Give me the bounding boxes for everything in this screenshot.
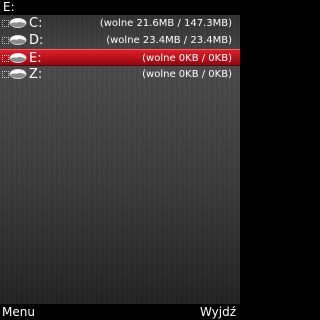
drive-row-d[interactable]: D: (wolne 23.4MB / 23.4MB) — [0, 32, 240, 49]
drive-row-e[interactable]: E: (wolne 0KB / 0KB) — [0, 49, 240, 66]
menu-softkey[interactable]: Menu — [2, 304, 35, 320]
hard-drive-icon — [9, 69, 27, 79]
tree-expand-icon[interactable] — [2, 55, 9, 62]
tree-expand-icon[interactable] — [2, 71, 9, 78]
drive-label: Z: — [29, 67, 43, 82]
drive-row-c[interactable]: C: (wolne 21.6MB / 147.3MB) — [0, 15, 240, 32]
current-path: E: — [0, 0, 240, 15]
softkey-bar: Menu Wyjdź — [0, 304, 240, 320]
drive-space-info: (wolne 0KB / 0KB) — [142, 69, 232, 80]
drive-row-z[interactable]: Z: (wolne 0KB / 0KB) — [0, 66, 240, 83]
drive-label: D: — [29, 33, 44, 48]
file-manager-screen: E: C: (wolne 21.6MB / 147.3MB) D: (wolne — [0, 0, 240, 320]
hard-drive-icon — [9, 35, 27, 45]
drive-space-info: (wolne 0KB / 0KB) — [142, 53, 232, 64]
tree-expand-icon[interactable] — [2, 20, 9, 27]
drive-label: E: — [29, 51, 42, 66]
drive-list: C: (wolne 21.6MB / 147.3MB) D: (wolne 23… — [0, 15, 240, 83]
drive-label: C: — [29, 16, 43, 31]
hard-drive-icon — [9, 53, 27, 63]
exit-softkey[interactable]: Wyjdź — [200, 304, 236, 320]
tree-expand-icon[interactable] — [2, 37, 9, 44]
drive-space-info: (wolne 23.4MB / 23.4MB) — [106, 35, 232, 46]
drive-space-info: (wolne 21.6MB / 147.3MB) — [99, 18, 232, 29]
hard-drive-icon — [9, 18, 27, 28]
